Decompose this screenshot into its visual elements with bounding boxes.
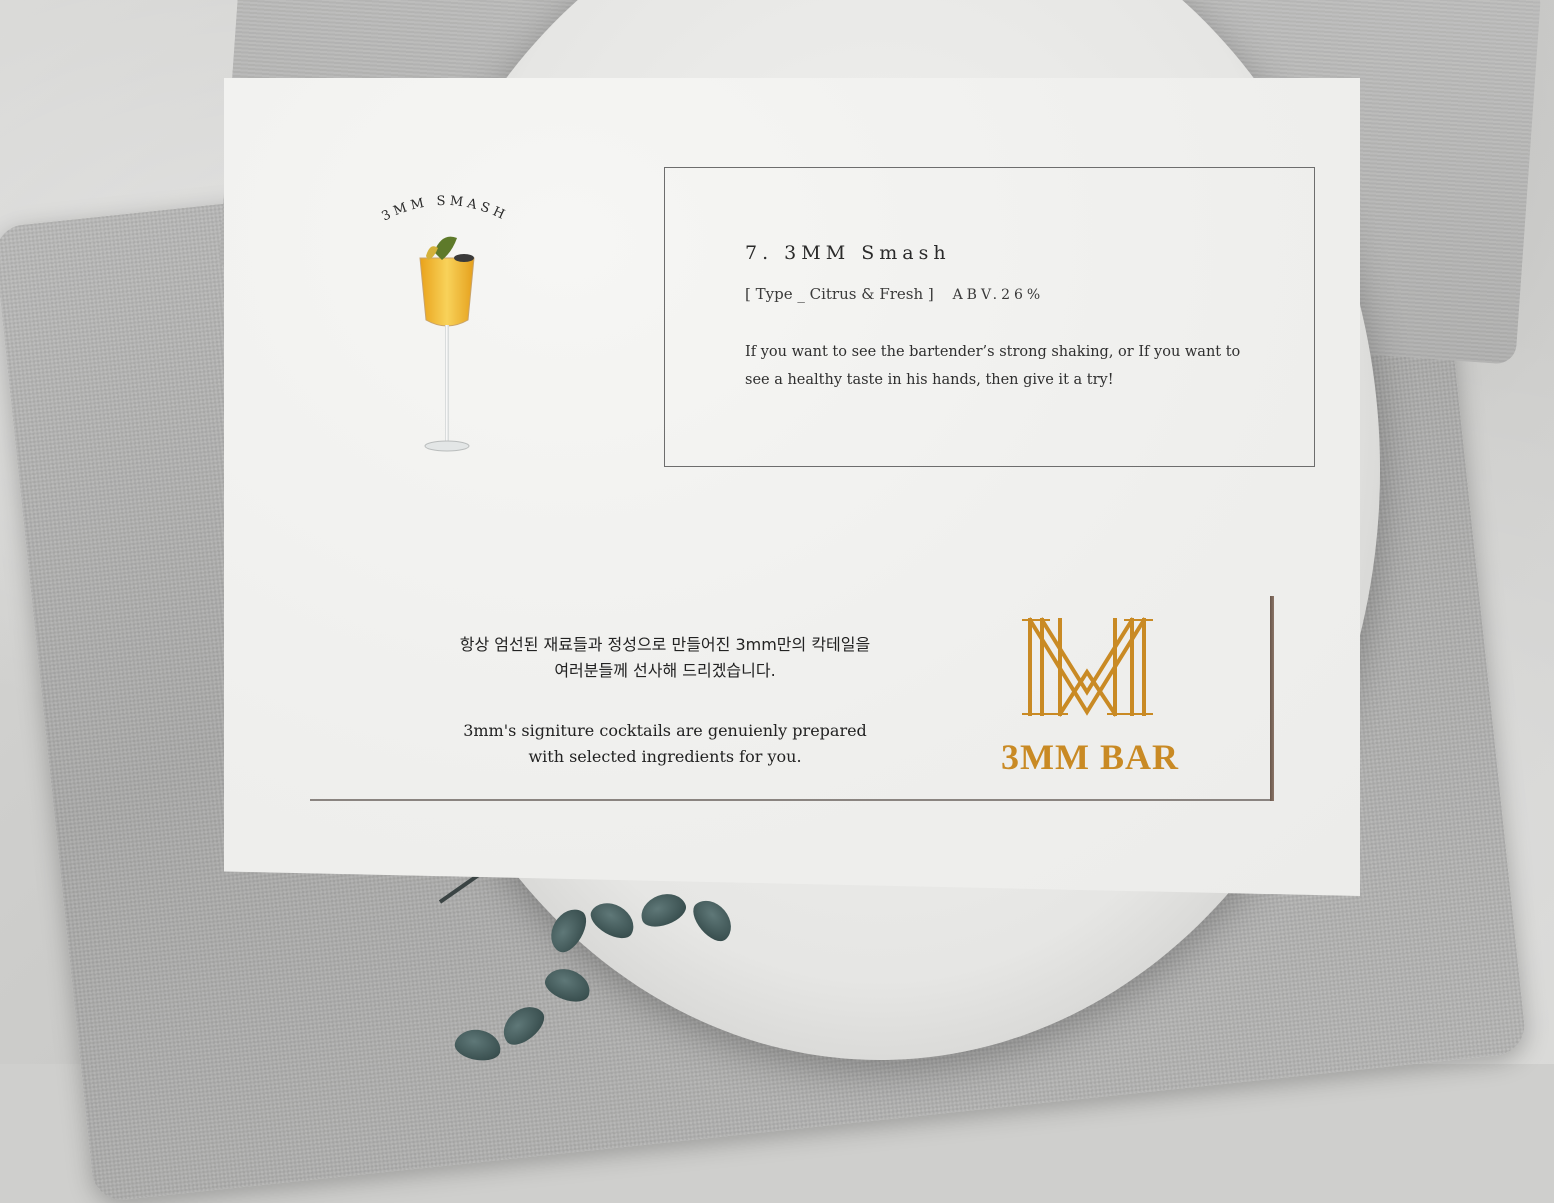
panel-bottom-edge [310,799,1272,801]
drink-abv: ABV.26% [952,287,1045,303]
panel-side-edge [1270,596,1274,801]
korean-line: 항상 엄선된 재료들과 정성으로 만들어진 3mm만의 칵테일을 [459,635,871,654]
drink-type: [ Type _ Citrus & Fresh ] [745,285,934,303]
drink-type-line: [ Type _ Citrus & Fresh ] ABV.26% [745,285,1044,303]
english-line: with selected ingredients for you. [528,747,802,766]
korean-message: 항상 엄선된 재료들과 정성으로 만들어진 3mm만의 칵테일을 여러분들께 선… [370,632,960,684]
english-message: 3mm's signiture cocktails are genuienly … [370,718,960,770]
champagne-flute-cocktail-icon [419,236,475,452]
description-line: see a healthy taste in his hands, then g… [745,372,1114,388]
drink-title: 7. 3MM Smash [745,242,951,264]
brand-name: 3MM BAR [1001,737,1179,777]
3mm-monogram-logo [1022,617,1153,717]
korean-line: 여러분들께 선사해 드리겠습니다. [554,661,776,680]
drink-description: If you want to see the bartender’s stron… [745,338,1265,394]
drink-info-box: 7. 3MM Smash [ Type _ Citrus & Fresh ] A… [664,167,1315,467]
description-line: If you want to see the bartender’s stron… [745,344,1241,360]
svg-text:3MM SMASH: 3MM SMASH [379,194,510,225]
drink-arc-title: 3MM SMASH [379,194,510,225]
english-line: 3mm's signiture cocktails are genuienly … [463,721,867,740]
